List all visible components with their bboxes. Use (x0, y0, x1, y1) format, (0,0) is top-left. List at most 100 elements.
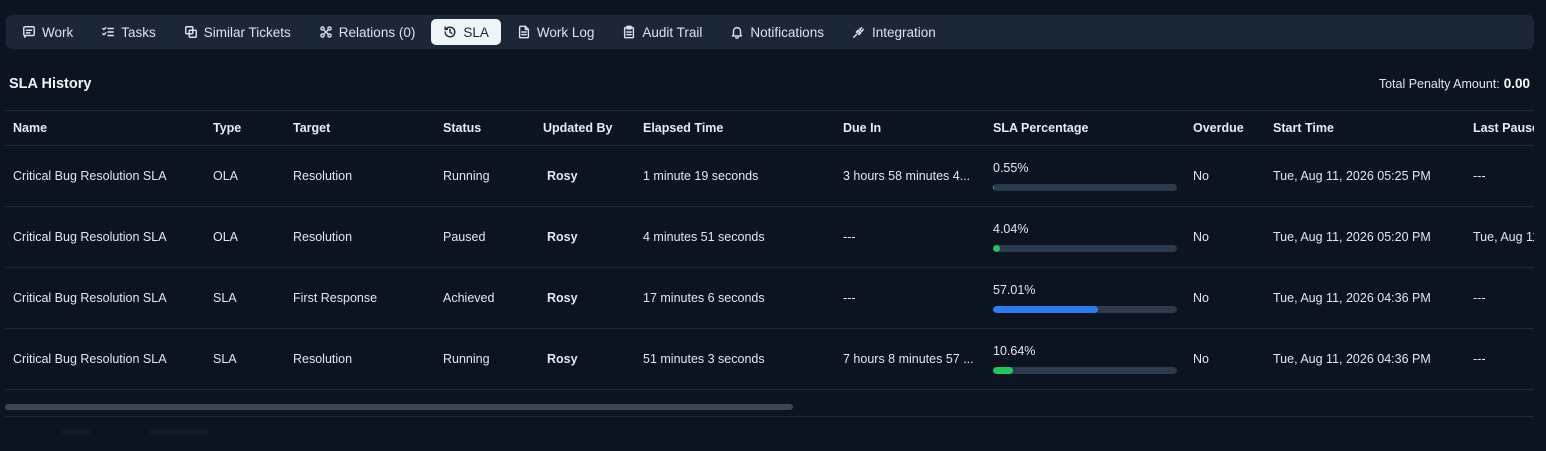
table-header-row: Name Type Target Status Updated By Elaps… (5, 110, 1534, 146)
cell-elapsed-time: 17 minutes 6 seconds (643, 291, 765, 305)
cell-type: OLA (213, 230, 239, 244)
tab-label: Work Log (536, 24, 595, 40)
table-row[interactable]: Critical Bug Resolution SLA OLA Resoluti… (5, 146, 1534, 207)
sla-progress-fill (993, 367, 1013, 374)
sla-progress-bar (993, 245, 1177, 252)
cell-name: Critical Bug Resolution SLA (13, 230, 167, 244)
sla-progress-fill (993, 184, 995, 191)
tab-audit-trail[interactable]: Audit Trail (610, 19, 714, 45)
cell-last-paused: --- (1473, 291, 1486, 305)
tab-notifications[interactable]: Notifications (718, 19, 836, 45)
sla-percentage-label: 10.64% (993, 344, 1036, 358)
col-target-header[interactable]: Target (285, 110, 435, 146)
sla-progress-bar (993, 306, 1177, 313)
bell-icon (732, 26, 743, 39)
cell-last-paused: --- (1473, 352, 1486, 366)
cell-type: OLA (213, 169, 239, 183)
pagination-control[interactable] (62, 429, 90, 435)
table-row[interactable]: Critical Bug Resolution SLA SLA First Re… (5, 268, 1534, 329)
cell-updated-by: Rosy (547, 291, 578, 305)
cell-elapsed-time: 4 minutes 51 seconds (643, 230, 765, 244)
cell-name: Critical Bug Resolution SLA (13, 169, 167, 183)
sla-progress-bar (993, 367, 1177, 374)
tab-work-log[interactable]: Work Log (505, 19, 607, 45)
col-updated-by-header[interactable]: Updated By (535, 110, 635, 146)
tab-similar-tickets[interactable]: Similar Tickets (172, 19, 303, 45)
divider (5, 416, 1534, 417)
col-type-header[interactable]: Type (205, 110, 285, 146)
cell-start-time: Tue, Aug 11, 2026 05:20 PM (1273, 230, 1431, 244)
copy-icon (184, 26, 197, 38)
col-elapsed-time-header[interactable]: Elapsed Time (635, 110, 835, 146)
table-row[interactable]: Critical Bug Resolution SLA SLA Resoluti… (5, 329, 1534, 390)
tab-label: Audit Trail (642, 24, 703, 40)
cell-due-in: --- (843, 291, 856, 305)
tab-work[interactable]: Work (10, 19, 85, 45)
cell-due-in: 3 hours 58 minutes 4... (843, 169, 971, 183)
penalty-value: 0.00 (1503, 76, 1530, 91)
cell-updated-by: Rosy (547, 169, 578, 183)
cell-target: Resolution (293, 230, 353, 244)
cell-last-paused: --- (1473, 169, 1486, 183)
cell-sla-percentage: 0.55% (985, 146, 1185, 207)
cell-overdue: No (1193, 352, 1209, 366)
horizontal-scrollbar[interactable] (5, 404, 793, 410)
col-overdue-header[interactable]: Overdue (1185, 110, 1265, 146)
col-sla-percentage-header[interactable]: SLA Percentage (985, 110, 1185, 146)
list-checks-icon (102, 26, 115, 37)
page-size-control[interactable] (150, 429, 208, 435)
section-title: SLA History (9, 76, 92, 92)
cell-updated-by: Rosy (547, 230, 578, 244)
history-icon (444, 26, 456, 38)
tab-sla[interactable]: SLA (431, 19, 501, 45)
table-row[interactable]: Critical Bug Resolution SLA OLA Resoluti… (5, 207, 1534, 268)
col-name-header[interactable]: Name (5, 110, 205, 146)
cell-overdue: No (1193, 230, 1209, 244)
cell-start-time: Tue, Aug 11, 2026 04:36 PM (1273, 352, 1431, 366)
tab-label: Tasks (121, 24, 156, 40)
sla-progress-fill (993, 306, 1098, 313)
plug-icon (853, 26, 865, 38)
cell-due-in: 7 hours 8 minutes 57 ... (843, 352, 974, 366)
sla-percentage-label: 57.01% (993, 283, 1036, 297)
tab-label: Similar Tickets (203, 24, 291, 40)
cell-target: First Response (293, 291, 378, 305)
col-last-paused-header[interactable]: Last Paused (1465, 110, 1534, 146)
file-text-icon (518, 25, 529, 39)
cell-type: SLA (213, 291, 237, 305)
col-status-header[interactable]: Status (435, 110, 535, 146)
tab-label: Notifications (750, 24, 824, 40)
cell-status: Running (443, 169, 490, 183)
tab-label: Integration (871, 24, 936, 40)
sla-progress-bar (993, 184, 1177, 191)
cell-status: Achieved (443, 291, 495, 305)
cell-elapsed-time: 51 minutes 3 seconds (643, 352, 765, 366)
sla-percentage-label: 0.55% (993, 161, 1029, 175)
cell-elapsed-time: 1 minute 19 seconds (643, 169, 759, 183)
cell-due-in: --- (843, 230, 856, 244)
cell-updated-by: Rosy (547, 352, 578, 366)
sla-percentage-label: 4.04% (993, 222, 1029, 236)
cell-sla-percentage: 57.01% (985, 268, 1185, 329)
cell-target: Resolution (293, 169, 353, 183)
cell-name: Critical Bug Resolution SLA (13, 352, 167, 366)
cell-start-time: Tue, Aug 11, 2026 05:25 PM (1273, 169, 1431, 183)
clipboard-icon (624, 25, 635, 39)
network-icon (320, 26, 332, 38)
total-penalty: Total Penalty Amount: 0.00 (1379, 76, 1530, 91)
tab-bar: Work Tasks Similar Tickets Relations (0)… (6, 15, 1534, 49)
tab-label: Work (42, 24, 74, 40)
cell-start-time: Tue, Aug 11, 2026 04:36 PM (1273, 291, 1431, 305)
cell-name: Critical Bug Resolution SLA (13, 291, 167, 305)
cell-sla-percentage: 4.04% (985, 207, 1185, 268)
message-square-icon (23, 26, 35, 38)
tab-relations[interactable]: Relations (0) (307, 19, 428, 45)
sla-history-table: Name Type Target Status Updated By Elaps… (5, 110, 1534, 390)
tab-integration[interactable]: Integration (840, 19, 948, 45)
cell-type: SLA (213, 352, 237, 366)
cell-status: Paused (443, 230, 486, 244)
col-start-time-header[interactable]: Start Time (1265, 110, 1465, 146)
cell-overdue: No (1193, 291, 1209, 305)
col-due-in-header[interactable]: Due In (835, 110, 985, 146)
tab-tasks[interactable]: Tasks (89, 19, 168, 45)
